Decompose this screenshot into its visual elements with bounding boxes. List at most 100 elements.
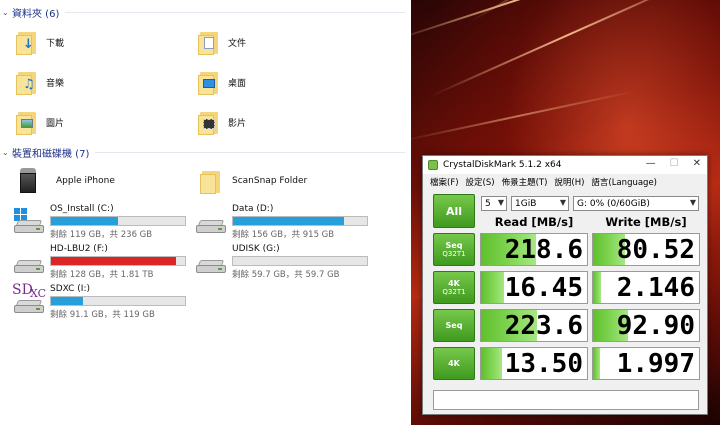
drive-usage-bar: [50, 296, 186, 306]
seq-q32t1-button[interactable]: Seq Q32T1: [433, 233, 475, 266]
folder-label: 桌面: [228, 78, 247, 89]
pictures-folder-icon: [16, 109, 38, 135]
chevron-down-icon: ▼: [689, 198, 696, 207]
scansnap-folder-icon: [200, 168, 222, 194]
drive-f[interactable]: HD-LBU2 (F:) 剩餘 128 GB，共 1.81 TB: [0, 244, 190, 280]
folder-label: 影片: [228, 118, 247, 129]
devices-group-header[interactable]: ⌄ 裝置和磁碟機 (7): [0, 144, 411, 160]
4k-q32t1-write-value: 2.146: [592, 271, 700, 304]
folder-item-downloads[interactable]: ↓ 下載: [16, 27, 196, 57]
folder-item-desktop[interactable]: 桌面: [198, 67, 378, 97]
run-all-button[interactable]: All: [433, 194, 475, 228]
device-name: Apple iPhone: [56, 176, 115, 186]
drive-usage-bar: [50, 256, 186, 266]
read-column-header: Read [MB/s]: [494, 215, 574, 229]
chevron-down-icon: ▼: [497, 198, 504, 207]
file-explorer-pane: ⌄ 資料夾 (6) ↓ 下載 文件 ♫ 音樂 桌面 圖片 影片 ⌄ 裝置和磁碟機…: [0, 0, 411, 425]
folder-item-videos[interactable]: 影片: [198, 107, 378, 137]
menu-language[interactable]: 語言(Language): [591, 176, 657, 188]
group-divider: [65, 11, 405, 13]
drive-c[interactable]: OS_Install (C:) 剩餘 119 GB，共 236 GB: [0, 204, 190, 240]
title-bar[interactable]: CrystalDiskMark 5.1.2 x64 — ☐ ✕: [423, 156, 707, 174]
iphone-device-icon: [18, 168, 38, 194]
documents-folder-icon: [198, 29, 220, 55]
seq-button[interactable]: Seq: [433, 309, 475, 342]
seq-write-value: 92.90: [592, 309, 700, 342]
folders-group-title: 資料夾 (6): [12, 8, 60, 20]
drive-free-space: 剩餘 128 GB，共 1.81 TB: [50, 270, 154, 280]
removable-drive-icon: [196, 258, 226, 278]
4k-write-value: 1.997: [592, 347, 700, 380]
videos-folder-icon: [198, 109, 220, 135]
result-number: 218.6: [504, 235, 583, 265]
menu-theme[interactable]: 佈景主題(T): [502, 176, 548, 188]
row-label: Seq: [445, 240, 463, 250]
seq-q32t1-read-value: 218.6: [480, 233, 588, 266]
folder-item-documents[interactable]: 文件: [198, 27, 378, 57]
menu-bar: 檔案(F) 設定(S) 佈景主題(T) 說明(H) 語言(Language): [423, 174, 707, 189]
menu-settings[interactable]: 設定(S): [466, 176, 495, 188]
result-number: 80.52: [616, 235, 695, 265]
row-label: 4K: [448, 278, 460, 288]
result-number: 1.997: [616, 349, 695, 379]
devices-group-title: 裝置和磁碟機 (7): [12, 148, 90, 160]
folder-item-music[interactable]: ♫ 音樂: [16, 67, 196, 97]
maximize-icon[interactable]: ☐: [670, 158, 679, 169]
menu-help[interactable]: 說明(H): [554, 176, 584, 188]
folder-item-pictures[interactable]: 圖片: [16, 107, 196, 137]
4k-read-value: 13.50: [480, 347, 588, 380]
drive-usage-bar: [232, 256, 368, 266]
4k-q32t1-button[interactable]: 4K Q32T1: [433, 271, 475, 304]
drive-d[interactable]: Data (D:) 剩餘 156 GB，共 915 GB: [182, 204, 372, 240]
windows-drive-icon: [14, 208, 44, 233]
result-number: 13.50: [504, 349, 583, 379]
window-title: CrystalDiskMark 5.1.2 x64: [443, 160, 562, 170]
collapse-chevron-icon[interactable]: ⌄: [2, 148, 12, 157]
drive-i[interactable]: SD XC SDXC (I:) 剩餘 91.1 GB，共 119 GB: [0, 282, 190, 320]
4k-button[interactable]: 4K: [433, 347, 475, 380]
result-number: 2.146: [616, 273, 695, 303]
result-number: 16.45: [504, 273, 583, 303]
test-size-value: 1GiB: [515, 198, 537, 209]
drive-free-space: 剩餘 91.1 GB，共 119 GB: [50, 310, 155, 320]
chevron-down-icon: ▼: [559, 198, 566, 207]
drive-name: UDISK (G:): [232, 244, 280, 254]
crystaldiskmark-window: CrystalDiskMark 5.1.2 x64 — ☐ ✕ 檔案(F) 設定…: [422, 155, 708, 415]
row-sublabel: Q32T1: [442, 249, 466, 258]
desktop-folder-icon: [198, 69, 220, 95]
close-icon[interactable]: ✕: [693, 158, 701, 169]
drive-free-space: 剩餘 59.7 GB，共 59.7 GB: [232, 270, 340, 280]
hard-drive-icon: [196, 218, 226, 238]
sdxc-card-icon: SD XC: [8, 282, 48, 318]
collapse-chevron-icon[interactable]: ⌄: [2, 8, 12, 17]
drive-usage-bar: [50, 216, 186, 226]
hard-drive-icon: [14, 258, 44, 278]
device-name: ScanSnap Folder: [232, 176, 308, 186]
drive-select[interactable]: G: 0% (0/60GiB) ▼: [573, 196, 699, 211]
music-folder-icon: ♫: [16, 69, 38, 95]
folders-group-header[interactable]: ⌄ 資料夾 (6): [0, 4, 411, 20]
device-apple-iphone[interactable]: Apple iPhone: [6, 168, 196, 204]
comment-input[interactable]: [433, 390, 699, 410]
test-count-select[interactable]: 5 ▼: [481, 196, 507, 211]
row-label: Seq: [445, 321, 463, 330]
folder-label: 圖片: [46, 118, 65, 129]
4k-q32t1-read-value: 16.45: [480, 271, 588, 304]
drive-name: OS_Install (C:): [50, 204, 114, 214]
test-count-value: 5: [485, 198, 491, 209]
drive-g[interactable]: UDISK (G:) 剩餘 59.7 GB，共 59.7 GB: [182, 244, 372, 280]
folder-label: 文件: [228, 38, 247, 49]
menu-file[interactable]: 檔案(F): [430, 176, 459, 188]
app-icon: [428, 160, 438, 170]
result-number: 223.6: [504, 311, 583, 341]
minimize-icon[interactable]: —: [646, 158, 656, 169]
drive-usage-bar: [232, 216, 368, 226]
drive-name: SDXC (I:): [50, 284, 91, 294]
downloads-folder-icon: ↓: [16, 29, 38, 55]
test-size-select[interactable]: 1GiB ▼: [511, 196, 569, 211]
device-scansnap-folder[interactable]: ScanSnap Folder: [188, 168, 378, 204]
drive-select-value: G: 0% (0/60GiB): [577, 198, 650, 209]
write-column-header: Write [MB/s]: [605, 215, 687, 229]
seq-read-value: 223.6: [480, 309, 588, 342]
seq-q32t1-write-value: 80.52: [592, 233, 700, 266]
